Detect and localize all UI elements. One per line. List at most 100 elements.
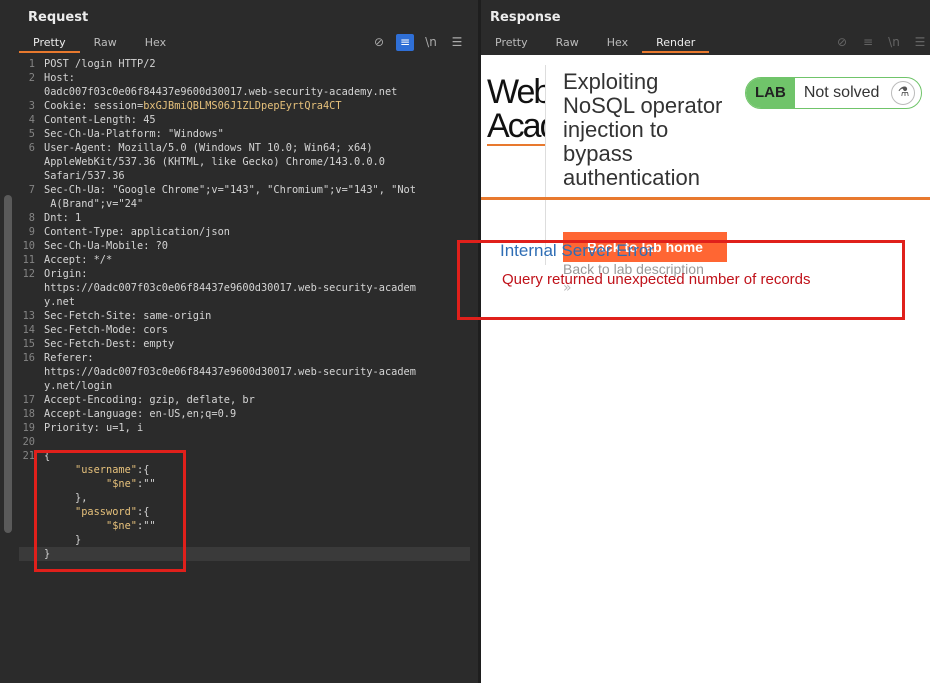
- line-number: 14: [22, 324, 35, 336]
- code-line: 11 Accept: */*: [19, 253, 470, 267]
- line-text: y.net/login: [44, 380, 113, 392]
- menu-icon[interactable]: ☰: [448, 34, 466, 51]
- line-text: https://0adc007f03c0e06f84437e9600d30017…: [44, 282, 416, 294]
- line-number: 13: [22, 310, 35, 322]
- line-text: https://0adc007f03c0e06f84437e9600d30017…: [44, 366, 416, 378]
- lab-label: LAB: [746, 78, 795, 108]
- code-line: 6 User-Agent: Mozilla/5.0 (Windows NT 10.…: [19, 141, 470, 155]
- payload-highlight-box: [34, 450, 186, 572]
- line-text: Sec-Fetch-Site: same-origin: [44, 310, 212, 322]
- code-line: y.net: [19, 295, 470, 309]
- line-number: 15: [22, 338, 35, 350]
- request-pane: Request Pretty Raw Hex ⊘ ≡ \n ☰ 1 POST /l…: [0, 0, 478, 683]
- response-toolbar: ⊘ ≡ \n ☰: [833, 34, 929, 51]
- code-line: https://0adc007f03c0e06f84437e9600d30017…: [19, 365, 470, 379]
- request-editor[interactable]: 1 POST /login HTTP/2 2 Host: 0adc007f03c0e06…: [19, 55, 478, 683]
- line-number: 8: [28, 212, 35, 224]
- line-text: 0adc007f03c0e06f84437e9600d30017.web-sec…: [44, 86, 398, 98]
- tab-pretty[interactable]: Pretty: [19, 33, 80, 53]
- newline-icon[interactable]: \n: [422, 34, 440, 51]
- code-line: A(Brand";v="24": [19, 197, 470, 211]
- line-text: y.net: [44, 296, 75, 308]
- line-number: 2: [28, 72, 35, 84]
- request-tabs: Pretty Raw Hex: [19, 33, 180, 53]
- line-text: Referer:: [44, 352, 94, 364]
- code-line: y.net/login: [19, 379, 470, 393]
- tab-hex[interactable]: Hex: [131, 33, 180, 53]
- wrap-lines-icon[interactable]: ≡: [396, 34, 414, 51]
- academy-logo: Web Acad: [487, 75, 545, 145]
- code-line: 3 Cookie: session=bxGJBmiQBLMS06J1ZLDpepE…: [19, 99, 470, 113]
- code-line: 17 Accept-Encoding: gzip, deflate, br: [19, 393, 470, 407]
- line-text: Cookie: session=bxGJBmiQBLMS06J1ZLDpepEy…: [44, 100, 342, 112]
- line-text: Sec-Fetch-Mode: cors: [44, 324, 168, 336]
- line-number: 18: [22, 408, 35, 420]
- newline-icon[interactable]: \n: [885, 34, 903, 51]
- code-line: 13 Sec-Fetch-Site: same-origin: [19, 309, 470, 323]
- hide-icon[interactable]: ⊘: [370, 34, 388, 51]
- code-line: 0adc007f03c0e06f84437e9600d30017.web-sec…: [19, 85, 470, 99]
- error-highlight-box: [457, 240, 905, 320]
- rendered-response: Web Acad Exploiting NoSQL operator injec…: [481, 55, 930, 683]
- wrap-lines-icon[interactable]: ≡: [859, 34, 877, 51]
- tab-hex[interactable]: Hex: [593, 33, 642, 53]
- line-number: 3: [28, 100, 35, 112]
- line-text: Dnt: 1: [44, 212, 82, 224]
- line-number: 7: [28, 184, 35, 196]
- flask-icon: ⚗: [891, 81, 916, 105]
- tab-pretty[interactable]: Pretty: [481, 33, 542, 53]
- line-number: 21: [22, 450, 35, 462]
- request-scrollbar[interactable]: [4, 195, 12, 533]
- line-text: Sec-Fetch-Dest: empty: [44, 338, 175, 350]
- line-text: Content-Type: application/json: [44, 226, 230, 238]
- line-text: AppleWebKit/537.36 (KHTML, like Gecko) C…: [44, 156, 385, 168]
- line-text: Safari/537.36: [44, 170, 125, 182]
- line-text: Sec-Ch-Ua-Platform: "Windows": [44, 128, 224, 140]
- hide-icon[interactable]: ⊘: [833, 34, 851, 51]
- header-orange-bar: [481, 197, 930, 200]
- line-number: 12: [22, 268, 35, 280]
- tab-raw[interactable]: Raw: [542, 33, 593, 53]
- code-line: 20: [19, 435, 470, 449]
- line-text: Sec-Ch-Ua: "Google Chrome";v="143", "Chr…: [44, 184, 416, 196]
- line-text: A(Brand";v="24": [44, 198, 144, 210]
- code-line: 7 Sec-Ch-Ua: "Google Chrome";v="143", "Ch…: [19, 183, 470, 197]
- response-tabs: Pretty Raw Hex Render: [481, 33, 710, 53]
- tab-raw[interactable]: Raw: [80, 33, 131, 53]
- line-text: Host:: [44, 72, 75, 84]
- line-text: Origin:: [44, 268, 88, 280]
- code-line: 14 Sec-Fetch-Mode: cors: [19, 323, 470, 337]
- line-number: 20: [22, 436, 35, 448]
- line-number: 16: [22, 352, 35, 364]
- code-line: 18 Accept-Language: en-US,en;q=0.9: [19, 407, 470, 421]
- cookie-value: bxGJBmiQBLMS06J1ZLDpepEyrtQra4CT: [143, 100, 342, 112]
- code-line: 8 Dnt: 1: [19, 211, 470, 225]
- code-line: AppleWebKit/537.36 (KHTML, like Gecko) C…: [19, 155, 470, 169]
- code-line: 4 Content-Length: 45: [19, 113, 470, 127]
- response-pane: Response Pretty Raw Hex Render ⊘ ≡ \n ☰ …: [457, 0, 930, 683]
- logo-underline: [487, 144, 545, 146]
- code-line: 5 Sec-Ch-Ua-Platform: "Windows": [19, 127, 470, 141]
- line-text: Priority: u=1, i: [44, 422, 144, 434]
- tab-render[interactable]: Render: [642, 33, 710, 53]
- lab-status-badge: LAB Not solved ⚗: [745, 77, 923, 109]
- line-text: Accept: */*: [44, 254, 113, 266]
- code-line: 1 POST /login HTTP/2: [19, 57, 470, 71]
- line-number: 1: [28, 58, 35, 70]
- line-text: Accept-Language: en-US,en;q=0.9: [44, 408, 237, 420]
- code-line: 10 Sec-Ch-Ua-Mobile: ?0: [19, 239, 470, 253]
- lab-title: Exploiting NoSQL operator injection to b…: [563, 69, 723, 190]
- line-text: Accept-Encoding: gzip, deflate, br: [44, 394, 255, 406]
- code-line: 12 Origin:: [19, 267, 470, 281]
- request-title: Request: [28, 10, 89, 25]
- menu-icon[interactable]: ☰: [911, 34, 929, 51]
- code-line: https://0adc007f03c0e06f84437e9600d30017…: [19, 281, 470, 295]
- code-line: 2 Host:: [19, 71, 470, 85]
- line-number: 4: [28, 114, 35, 126]
- request-toolbar: ⊘ ≡ \n ☰: [370, 34, 466, 51]
- status-text: Not solved: [803, 84, 880, 101]
- code-line: Safari/537.36: [19, 169, 470, 183]
- code-line: 19 Priority: u=1, i: [19, 421, 470, 435]
- line-number: 19: [22, 422, 35, 434]
- line-text: Content-Length: 45: [44, 114, 156, 126]
